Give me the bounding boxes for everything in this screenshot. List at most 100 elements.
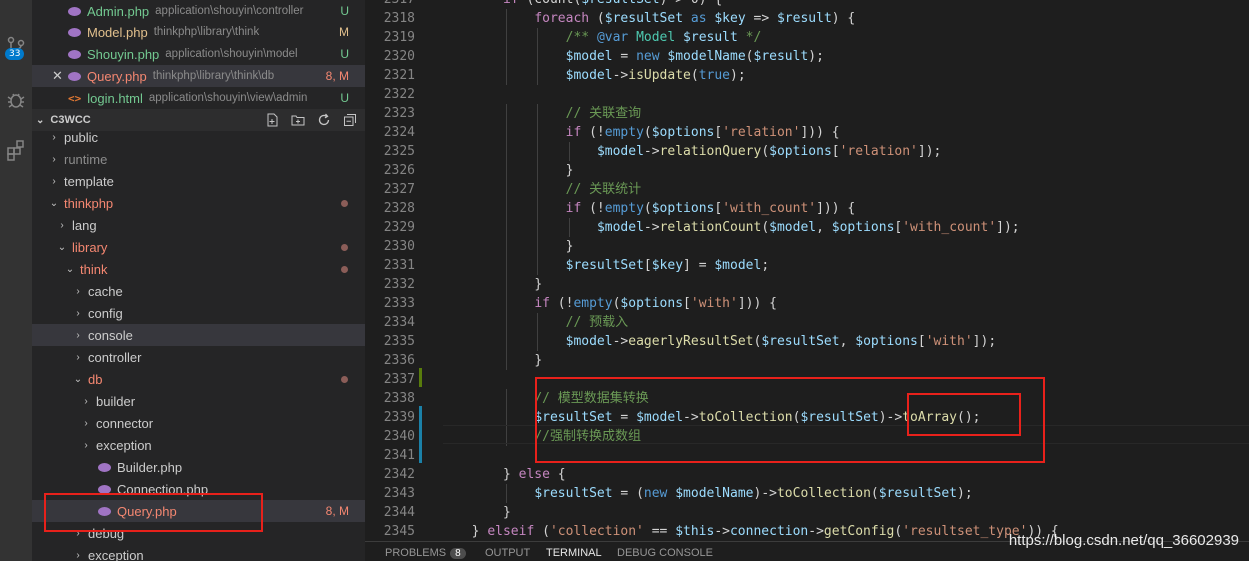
- tree-folder-item[interactable]: › exception: [32, 434, 365, 456]
- open-editor-item[interactable]: Shouyin.php application\shouyin\model U: [32, 43, 365, 65]
- tree-folder-item[interactable]: › template: [32, 170, 365, 192]
- open-editor-item[interactable]: Admin.php application\shouyin\controller U: [32, 0, 365, 22]
- line-number: 2326: [383, 163, 415, 178]
- code-line[interactable]: 2325 $model->relationQuery($options['rela…: [365, 142, 1249, 161]
- php-file-icon: [68, 27, 81, 37]
- code-token: ]);: [972, 334, 997, 349]
- indent-guide: [568, 142, 570, 161]
- code-token: $options: [620, 296, 684, 311]
- open-editor-path: application\shouyin\model: [165, 48, 298, 60]
- tree-folder-item[interactable]: ⌄ think: [32, 258, 365, 280]
- line-number: 2324: [383, 125, 415, 140]
- code-token: $key: [714, 11, 746, 26]
- tree-folder-item[interactable]: › config: [32, 302, 365, 324]
- code-line[interactable]: 2328 if (!empty($options['with_count'])) …: [365, 199, 1249, 218]
- tree-folder-item[interactable]: ⌄ library: [32, 236, 365, 258]
- code-line[interactable]: 2343 $resultSet = (new $modelName)->toCol…: [365, 484, 1249, 503]
- code-line[interactable]: 2334 // 预载入: [365, 313, 1249, 332]
- tree-file-item[interactable]: Builder.php: [32, 456, 365, 478]
- collapse-all-icon[interactable]: [343, 113, 357, 127]
- code-line[interactable]: 2326}: [365, 161, 1249, 180]
- refresh-icon[interactable]: [317, 113, 331, 127]
- open-editor-path: application\shouyin\controller: [155, 5, 304, 17]
- tree-folder-item[interactable]: › lang: [32, 214, 365, 236]
- new-file-icon[interactable]: [265, 113, 279, 127]
- code-line[interactable]: 2319 /** @var Model $result */: [365, 28, 1249, 47]
- code-line[interactable]: 2321 $model->isUpdate(true);: [365, 66, 1249, 85]
- code-line[interactable]: 2327 // 关联统计: [365, 180, 1249, 199]
- git-status-badge: U: [340, 47, 349, 61]
- code-token: as: [683, 11, 715, 26]
- code-text: }: [566, 237, 574, 256]
- line-number: 2342: [383, 467, 415, 482]
- code-line[interactable]: 2336}: [365, 351, 1249, 370]
- tree-folder-item[interactable]: › cache: [32, 280, 365, 302]
- debug-icon[interactable]: [0, 84, 32, 116]
- code-token: =: [612, 49, 637, 64]
- open-editor-item[interactable]: ✕ Query.php thinkphp\library\think\db 8, M: [32, 65, 365, 87]
- indent-guide: [506, 180, 507, 199]
- line-number: 2325: [383, 144, 415, 159]
- git-status-badge: U: [340, 91, 349, 105]
- code-line[interactable]: 2335 $model->eagerlyResultSet($resultSet,…: [365, 332, 1249, 351]
- code-token: new: [643, 486, 676, 501]
- code-line[interactable]: 2330}: [365, 237, 1249, 256]
- line-number: 2323: [383, 106, 415, 121]
- code-token: $result: [753, 49, 809, 64]
- code-token: $modelName: [675, 486, 754, 501]
- code-text: $resultSet = (new $modelName)->toCollect…: [534, 484, 972, 503]
- code-line[interactable]: 2332}: [365, 275, 1249, 294]
- tab-problems[interactable]: PROBLEMS 8: [385, 547, 466, 559]
- tree-item-label: Builder.php: [117, 459, 183, 475]
- open-editor-item[interactable]: <> login.html application\shouyin\view\adm…: [32, 87, 365, 109]
- tree-folder-item[interactable]: › console: [32, 324, 365, 346]
- code-line[interactable]: 2344}: [365, 503, 1249, 522]
- code-line[interactable]: 2329 $model->relationCount($model, $optio…: [365, 218, 1249, 237]
- tab-output[interactable]: OUTPUT: [485, 547, 530, 559]
- tab-terminal[interactable]: TERMINAL: [546, 547, 602, 559]
- tree-folder-item[interactable]: ⌄ db: [32, 368, 365, 390]
- line-number: 2318: [383, 11, 415, 26]
- code-token: (: [870, 486, 879, 501]
- code-text: }: [503, 503, 511, 522]
- code-token: [: [831, 144, 840, 159]
- line-number: 2329: [383, 220, 415, 235]
- code-token: [: [714, 125, 723, 140]
- code-text: $model->relationQuery($options['relation…: [597, 142, 941, 161]
- code-line[interactable]: 2322: [365, 85, 1249, 104]
- code-token: $result: [776, 11, 832, 26]
- problems-count: 8: [450, 548, 466, 559]
- tree-folder-item[interactable]: › runtime: [32, 148, 365, 170]
- new-folder-icon[interactable]: [291, 113, 305, 127]
- code-token: $options: [855, 334, 918, 349]
- chevron-down-icon: ⌄: [73, 373, 83, 385]
- code-line[interactable]: 2317 if (count($resultSet) > 0) {: [365, 0, 1249, 9]
- indent-guide: [506, 142, 507, 161]
- tree-folder-item[interactable]: ⌄ thinkphp: [32, 192, 365, 214]
- open-editor-path: thinkphp\library\think: [153, 26, 260, 38]
- tree-folder-item[interactable]: › controller: [32, 346, 365, 368]
- code-text: if (count($resultSet) > 0) {: [503, 0, 722, 9]
- tree-folder-item[interactable]: › builder: [32, 390, 365, 412]
- close-icon[interactable]: ✕: [52, 68, 63, 84]
- code-token: $options: [651, 125, 715, 140]
- code-token: if: [503, 0, 519, 7]
- extensions-icon[interactable]: [0, 134, 32, 166]
- code-token: ->: [643, 220, 660, 235]
- tab-debug-console[interactable]: DEBUG CONSOLE: [617, 547, 713, 559]
- tree-folder-item[interactable]: › exception: [32, 544, 365, 561]
- open-editor-item[interactable]: Model.php thinkphp\library\think M: [32, 21, 365, 43]
- code-line[interactable]: 2323 // 关联查询: [365, 104, 1249, 123]
- line-number: 2330: [383, 239, 415, 254]
- code-line[interactable]: 2318 foreach ($resultSet as $key => $resu…: [365, 9, 1249, 28]
- code-line[interactable]: 2320 $model = new $modelName($result);: [365, 47, 1249, 66]
- code-token: toCollection: [776, 486, 871, 501]
- chevron-right-icon: ›: [76, 549, 80, 561]
- tree-folder-item[interactable]: › connector: [32, 412, 365, 434]
- code-line[interactable]: 2324 if (!empty($options['relation'])) {: [365, 123, 1249, 142]
- line-number: 2335: [383, 334, 415, 349]
- code-line[interactable]: 2331 $resultSet[$key] = $model;: [365, 256, 1249, 275]
- code-line[interactable]: 2342} else {: [365, 465, 1249, 484]
- code-line[interactable]: 2333 if (!empty($options['with'])) {: [365, 294, 1249, 313]
- tree-folder-item[interactable]: › public: [32, 126, 365, 148]
